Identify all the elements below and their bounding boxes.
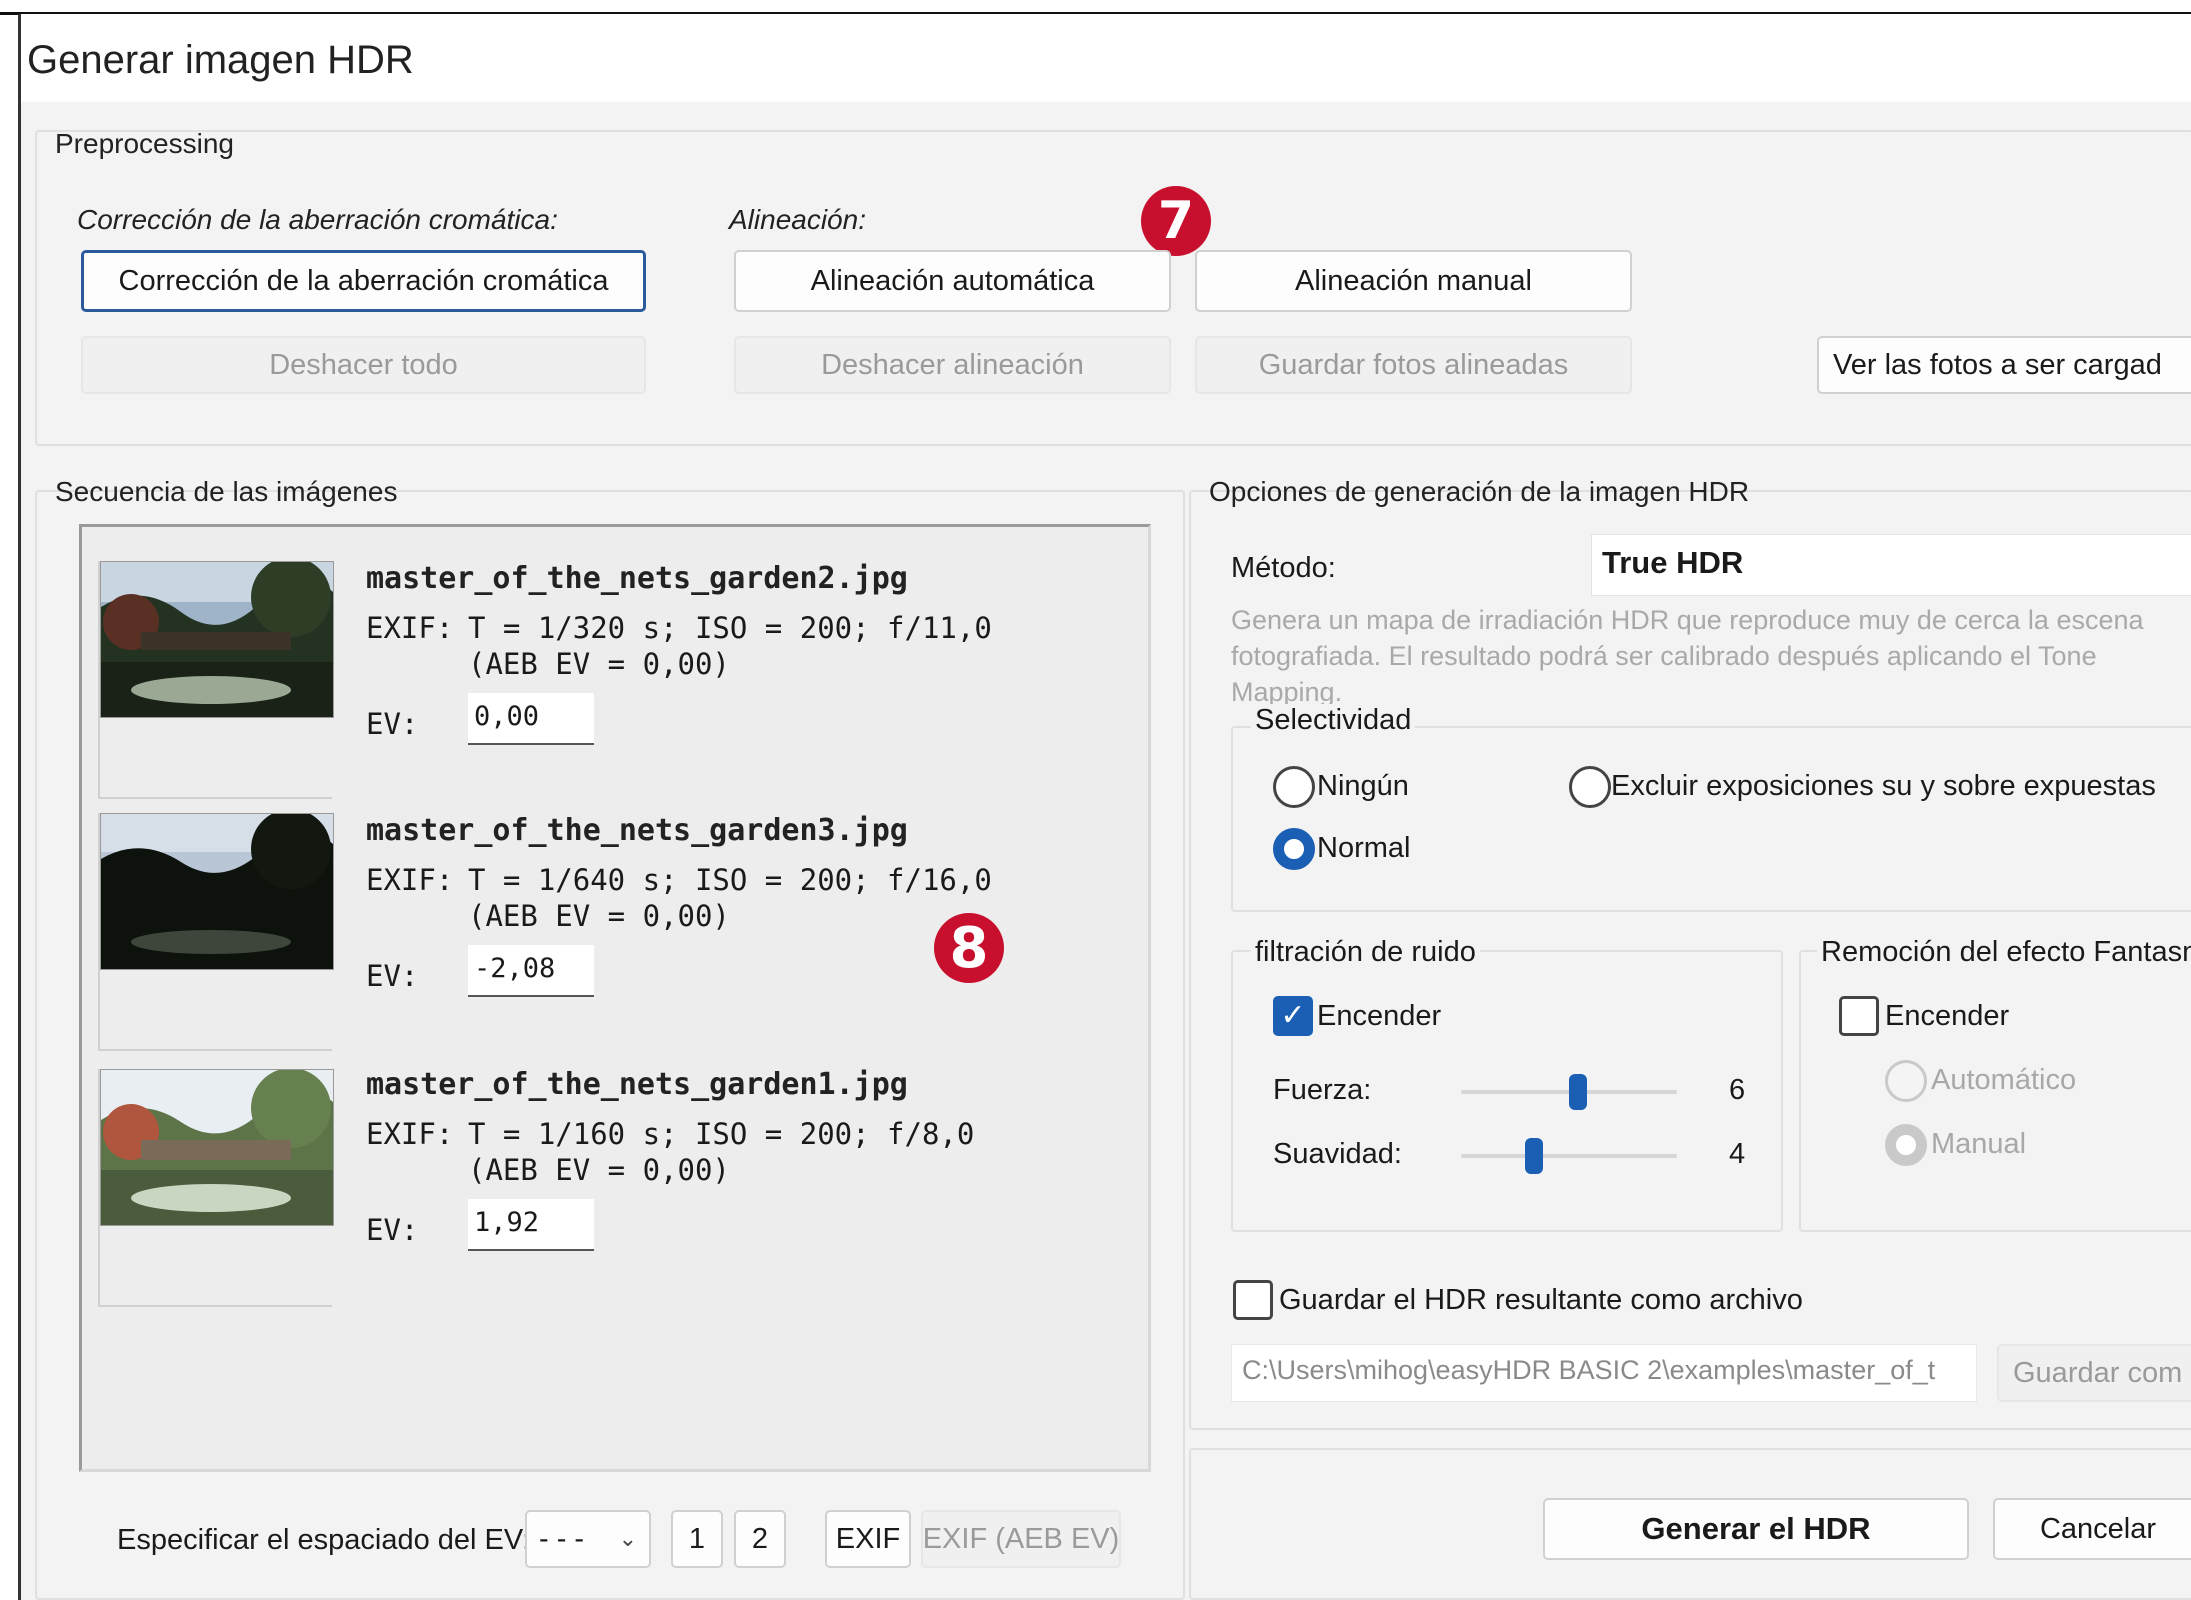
method-select[interactable]: True HDR bbox=[1591, 534, 2191, 596]
exif-value: T = 1/160 s; ISO = 200; f/8,0 bbox=[468, 1117, 975, 1151]
strength-slider-thumb[interactable] bbox=[1569, 1074, 1587, 1110]
smoothness-value: 4 bbox=[1729, 1138, 1746, 1170]
callout-marker-8: 8 bbox=[934, 913, 1004, 983]
ev-spacing-select[interactable]: - - - ⌄ bbox=[525, 1510, 651, 1568]
exif-value: T = 1/320 s; ISO = 200; f/11,0 bbox=[468, 611, 992, 645]
aeb-value: (AEB EV = 0,00) bbox=[468, 1153, 730, 1187]
generate-hdr-button[interactable]: Generar el HDR bbox=[1543, 1498, 1969, 1560]
options-label: Opciones de generación de la imagen HDR bbox=[1209, 476, 1750, 507]
undo-alignment-button[interactable]: Deshacer alineación bbox=[734, 336, 1171, 394]
list-item[interactable] bbox=[98, 813, 334, 1051]
selectivity-group bbox=[1231, 726, 2191, 912]
method-description: Genera un mapa de irradiación HDR que re… bbox=[1231, 605, 2144, 707]
ghost-manual-label: Manual bbox=[1931, 1128, 2027, 1160]
ev-input[interactable]: -2,08 bbox=[468, 945, 594, 997]
ghost-auto-label: Automático bbox=[1931, 1064, 2077, 1096]
ev-label: EV: bbox=[366, 707, 419, 741]
exif-label: EXIF: bbox=[366, 611, 454, 645]
selectivity-normal-radio[interactable] bbox=[1273, 828, 1315, 870]
ev-spacing-1-button[interactable]: 1 bbox=[671, 1510, 723, 1568]
chromatic-aberration-label: Corrección de la aberración cromática: bbox=[77, 204, 558, 235]
image-filename: master_of_the_nets_garden1.jpg bbox=[366, 1067, 908, 1102]
ev-spacing-2-button[interactable]: 2 bbox=[734, 1510, 786, 1568]
ghost-auto-radio[interactable] bbox=[1885, 1060, 1927, 1102]
save-aligned-photos-button[interactable]: Guardar fotos alineadas bbox=[1195, 336, 1632, 394]
undo-all-button[interactable]: Deshacer todo bbox=[81, 336, 646, 394]
alignment-label: Alineación: bbox=[729, 204, 866, 235]
strength-label: Fuerza: bbox=[1273, 1074, 1372, 1106]
save-hdr-checkbox[interactable] bbox=[1233, 1280, 1273, 1320]
exif-aeb-button[interactable]: EXIF (AEB EV) bbox=[921, 1510, 1121, 1568]
aeb-value: (AEB EV = 0,00) bbox=[468, 899, 730, 933]
save-path-input[interactable]: C:\Users\mihog\easyHDR BASIC 2\examples\… bbox=[1231, 1344, 1977, 1402]
callout-marker-7: 7 bbox=[1141, 186, 1211, 256]
exif-label: EXIF: bbox=[366, 863, 454, 897]
ghost-enable-checkbox[interactable] bbox=[1839, 996, 1879, 1036]
method-label: Método: bbox=[1231, 552, 1336, 584]
exif-button[interactable]: EXIF bbox=[825, 1510, 911, 1568]
exif-value: T = 1/640 s; ISO = 200; f/16,0 bbox=[468, 863, 992, 897]
selectivity-label: Selectividad bbox=[1251, 704, 1416, 737]
thumbnail-image bbox=[100, 1069, 334, 1226]
selectivity-exclude-radio[interactable] bbox=[1569, 766, 1611, 808]
ev-input[interactable]: 0,00 bbox=[468, 693, 594, 745]
exif-label: EXIF: bbox=[366, 1117, 454, 1151]
noise-enable-label: Encender bbox=[1317, 1000, 1442, 1032]
view-photos-button[interactable]: Ver las fotos a ser cargad bbox=[1817, 336, 2191, 394]
sequence-label: Secuencia de las imágenes bbox=[55, 476, 398, 507]
image-filename: master_of_the_nets_garden3.jpg bbox=[366, 813, 908, 848]
image-sequence-list[interactable]: master_of_the_nets_garden2.jpg EXIF: T =… bbox=[79, 524, 1151, 1472]
strength-value: 6 bbox=[1729, 1074, 1746, 1106]
save-hdr-label: Guardar el HDR resultante como archivo bbox=[1279, 1284, 1803, 1316]
smoothness-label: Suavidad: bbox=[1273, 1138, 1402, 1170]
selectivity-none-radio[interactable] bbox=[1273, 766, 1315, 808]
list-item[interactable] bbox=[98, 561, 334, 799]
ev-label: EV: bbox=[366, 959, 419, 993]
noise-enable-checkbox[interactable]: ✓ bbox=[1273, 996, 1313, 1036]
hdr-dialog: Generar imagen HDR Preprocessing Correcc… bbox=[18, 14, 2191, 1600]
page-top-border bbox=[0, 0, 2191, 15]
image-filename: master_of_the_nets_garden2.jpg bbox=[366, 561, 908, 596]
preprocessing-label: Preprocessing bbox=[55, 128, 234, 159]
chromatic-correction-button[interactable]: Corrección de la aberración cromática bbox=[81, 250, 646, 312]
ev-input[interactable]: 1,92 bbox=[468, 1199, 594, 1251]
window-title: Generar imagen HDR bbox=[27, 38, 414, 82]
auto-align-button[interactable]: Alineación automática bbox=[734, 250, 1171, 312]
ev-spacing-value: - - - bbox=[539, 1522, 585, 1555]
thumbnail-image bbox=[100, 561, 334, 718]
title-bar: Generar imagen HDR bbox=[21, 14, 2191, 102]
save-as-button[interactable]: Guardar com bbox=[1997, 1344, 2191, 1402]
ev-label: EV: bbox=[366, 1213, 419, 1247]
smoothness-slider-track[interactable] bbox=[1461, 1154, 1677, 1158]
aeb-value: (AEB EV = 0,00) bbox=[468, 647, 730, 681]
selectivity-none-label: Ningún bbox=[1317, 770, 1409, 802]
ev-spacing-label: Especificar el espaciado del EV: bbox=[117, 1524, 531, 1556]
noise-filter-label: filtración de ruido bbox=[1251, 936, 1480, 969]
ghost-removal-label: Remoción del efecto Fantasn bbox=[1817, 936, 2191, 969]
ghost-manual-radio[interactable] bbox=[1885, 1124, 1927, 1166]
ghost-enable-label: Encender bbox=[1885, 1000, 2010, 1032]
chevron-down-icon: ⌄ bbox=[618, 1526, 637, 1551]
list-item[interactable] bbox=[98, 1069, 334, 1307]
selectivity-normal-label: Normal bbox=[1317, 832, 1411, 864]
smoothness-slider-thumb[interactable] bbox=[1525, 1138, 1543, 1174]
manual-align-button[interactable]: Alineación manual bbox=[1195, 250, 1632, 312]
cancel-button[interactable]: Cancelar bbox=[1993, 1498, 2191, 1560]
selectivity-exclude-label: Excluir exposiciones su y sobre expuesta… bbox=[1611, 770, 2156, 802]
thumbnail-image bbox=[100, 813, 334, 970]
